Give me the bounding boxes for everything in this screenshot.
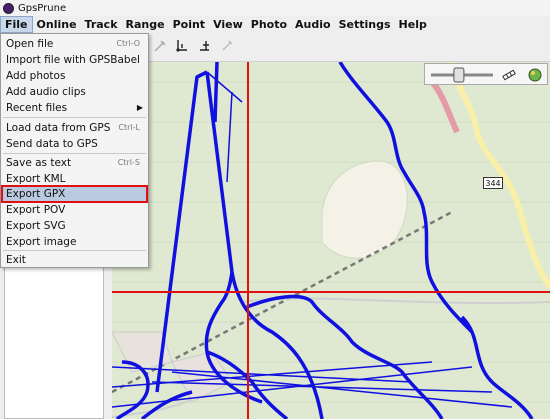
menu-track[interactable]: Track bbox=[81, 16, 122, 33]
menu-item-import-gpsbabel[interactable]: Import file with GPSBabel bbox=[1, 52, 148, 68]
menu-item-open-file[interactable]: Open file Ctrl-O bbox=[1, 36, 148, 52]
menu-item-label: Save as text bbox=[6, 157, 72, 169]
scale-ruler-icon bbox=[502, 69, 516, 81]
menu-audio[interactable]: Audio bbox=[291, 16, 335, 33]
menu-item-label: Import file with GPSBabel bbox=[6, 54, 140, 66]
menu-item-export-svg[interactable]: Export SVG bbox=[1, 218, 148, 234]
menu-help[interactable]: Help bbox=[395, 16, 431, 33]
delete-icon[interactable] bbox=[217, 36, 237, 56]
menu-file[interactable]: File bbox=[0, 16, 33, 33]
route-badge: 344 bbox=[483, 177, 503, 189]
map-controls bbox=[424, 63, 548, 85]
menu-item-label: Export SVG bbox=[6, 220, 66, 232]
submenu-arrow-icon: ▶ bbox=[136, 103, 143, 112]
menu-separator bbox=[3, 250, 146, 251]
menu-item-label: Add audio clips bbox=[6, 86, 86, 98]
menu-item-add-audio[interactable]: Add audio clips bbox=[1, 84, 148, 100]
menu-item-label: Recent files bbox=[6, 102, 68, 114]
menu-settings[interactable]: Settings bbox=[335, 16, 395, 33]
menu-item-label: Exit bbox=[6, 254, 26, 266]
menu-item-add-photos[interactable]: Add photos bbox=[1, 68, 148, 84]
insert-point-icon[interactable] bbox=[195, 36, 215, 56]
menu-item-label: Open file bbox=[6, 38, 54, 50]
menu-item-label: Send data to GPS bbox=[6, 138, 98, 150]
menu-range[interactable]: Range bbox=[122, 16, 169, 33]
menu-point[interactable]: Point bbox=[169, 16, 209, 33]
menu-item-label: Load data from GPS bbox=[6, 122, 111, 134]
menu-online[interactable]: Online bbox=[33, 16, 81, 33]
menu-item-label: Export POV bbox=[6, 204, 66, 216]
menu-item-export-pov[interactable]: Export POV bbox=[1, 202, 148, 218]
menu-photo[interactable]: Photo bbox=[247, 16, 291, 33]
menu-separator bbox=[3, 117, 146, 118]
menu-view[interactable]: View bbox=[209, 16, 247, 33]
menu-item-exit[interactable]: Exit bbox=[1, 252, 148, 268]
menu-item-label: Export image bbox=[6, 236, 77, 248]
menu-item-label: Add photos bbox=[6, 70, 66, 82]
title-bar: GpsPrune bbox=[0, 0, 550, 16]
edit-point-icon[interactable] bbox=[150, 36, 170, 56]
menu-item-label: Export KML bbox=[6, 173, 66, 185]
menu-item-export-image[interactable]: Export image bbox=[1, 234, 148, 250]
connect-points-icon[interactable] bbox=[172, 36, 192, 56]
menu-item-label: Export GPX bbox=[6, 188, 66, 200]
menu-item-accelerator: Ctrl-L bbox=[118, 123, 140, 132]
app-icon bbox=[3, 2, 14, 14]
menu-item-save-as-text[interactable]: Save as text Ctrl-S bbox=[1, 155, 148, 171]
zoom-slider-icon bbox=[453, 67, 465, 83]
menu-item-recent-files[interactable]: Recent files ▶ bbox=[1, 100, 148, 116]
map-view[interactable] bbox=[112, 62, 550, 419]
menu-item-load-gps[interactable]: Load data from GPS Ctrl-L bbox=[1, 120, 148, 136]
window-title: GpsPrune bbox=[18, 2, 67, 14]
globe-icon bbox=[528, 68, 542, 82]
menu-item-accelerator: Ctrl-S bbox=[117, 158, 140, 167]
menu-separator bbox=[3, 153, 146, 154]
file-menu-dropdown: Open file Ctrl-O Import file with GPSBab… bbox=[0, 33, 149, 268]
menu-item-send-gps[interactable]: Send data to GPS bbox=[1, 136, 148, 152]
menu-bar: File Online Track Range Point View Photo… bbox=[0, 16, 550, 33]
menu-item-export-gpx[interactable]: Export GPX bbox=[1, 185, 148, 203]
menu-item-accelerator: Ctrl-O bbox=[116, 39, 140, 48]
